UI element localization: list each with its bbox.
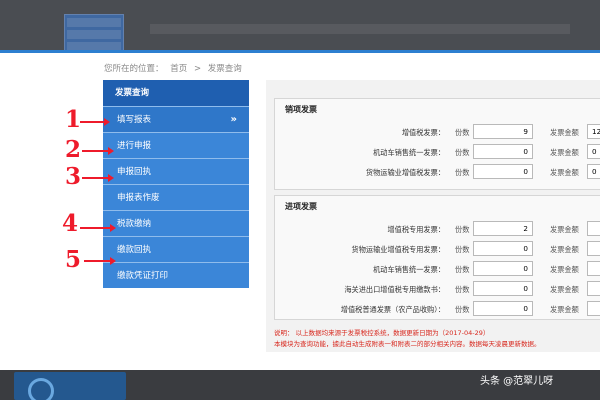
- count-field[interactable]: [473, 221, 533, 236]
- amount-label: 发票金额: [550, 225, 579, 234]
- count-label: 份数: [455, 305, 470, 314]
- background-panel: [64, 14, 124, 52]
- sidebar-item-void-report[interactable]: 申报表作废: [103, 184, 249, 210]
- row-label: 货物运输业增值税发票：: [365, 168, 445, 177]
- sidebar-item-print-voucher[interactable]: 缴款凭证打印: [103, 262, 249, 288]
- breadcrumb-prefix: 您所在的位置：: [104, 64, 164, 74]
- count-label: 份数: [455, 245, 470, 254]
- amount-label: 发票金额: [550, 128, 579, 137]
- invoice-row: 机动车销售统一发票： 份数 发票金额: [275, 260, 600, 278]
- count-field[interactable]: [473, 241, 533, 256]
- amount-field[interactable]: [587, 301, 600, 316]
- invoice-row: 货物运输业增值税发票： 份数 发票金额: [275, 163, 600, 181]
- purchase-invoice-section: 进项发票 增值税专用发票： 份数 发票金额 货物运输业增值税专用发票： 份数 发…: [274, 195, 600, 320]
- amount-field[interactable]: [587, 124, 600, 139]
- annotation-number-2: 2: [65, 136, 82, 163]
- amount-label: 发票金额: [550, 148, 579, 157]
- sidebar-item-tax-payment[interactable]: 税款缴纳: [103, 210, 249, 236]
- invoice-row: 增值税专用发票： 份数 发票金额: [275, 220, 600, 238]
- background-logo-icon: [28, 378, 54, 400]
- sidebar: 发票查询 填写报表 » 进行申报 申报回执 申报表作废 税款缴纳 缴款回执 缴款…: [103, 80, 249, 288]
- amount-field[interactable]: [587, 221, 600, 236]
- annotation-number-3: 3: [65, 163, 82, 190]
- row-label: 增值税普通发票（农产品收购）：: [340, 305, 445, 314]
- amount-field[interactable]: [587, 144, 600, 159]
- invoice-row: 增值税普通发票（农产品收购）： 份数 发票金额: [275, 300, 600, 318]
- chevron-right-icon: »: [230, 114, 237, 125]
- amount-label: 发票金额: [550, 305, 579, 314]
- amount-label: 发票金额: [550, 168, 579, 177]
- sidebar-item-label: 缴款回执: [117, 245, 152, 255]
- amount-label: 发票金额: [550, 265, 579, 274]
- sidebar-item-label: 税款缴纳: [117, 219, 152, 229]
- annotation-arrow-icon: [80, 224, 116, 232]
- breadcrumb-home[interactable]: 首页: [170, 64, 187, 74]
- count-field[interactable]: [473, 124, 533, 139]
- section-title: 销项发票: [285, 105, 317, 114]
- count-field[interactable]: [473, 164, 533, 179]
- amount-field[interactable]: [587, 281, 600, 296]
- sidebar-item-label: 进行申报: [117, 141, 152, 151]
- sidebar-header[interactable]: 发票查询: [103, 80, 249, 106]
- annotation-arrow-icon: [82, 174, 114, 182]
- sidebar-item-label: 申报表作废: [117, 193, 160, 203]
- row-label: 海关进出口增值税专用缴款书：: [344, 285, 445, 294]
- annotation-arrow-icon: [84, 257, 116, 265]
- invoice-row: 机动车销售统一发票： 份数 发票金额: [275, 143, 600, 161]
- note-line-2: 本模块为查询功能，據此自动生成附表一和附表二的部分相关内容。数据每天凌晨更新数据…: [274, 340, 541, 348]
- annotation-number-5: 5: [65, 246, 82, 273]
- amount-field[interactable]: [587, 241, 600, 256]
- note-line-1: 说明： 以上数据均来源于发票税控系统，数据更新日期为（2017-04-29）: [274, 329, 490, 337]
- sidebar-item-label: 申报回执: [117, 167, 152, 177]
- breadcrumb: 您所在的位置： 首页 > 发票查询: [104, 62, 246, 74]
- count-label: 份数: [455, 128, 470, 137]
- count-field[interactable]: [473, 281, 533, 296]
- invoice-row: 增值税发票： 份数 发票金额: [275, 123, 600, 141]
- row-label: 增值税发票：: [401, 128, 445, 137]
- count-field[interactable]: [473, 144, 533, 159]
- sidebar-item-declare-receipt[interactable]: 申报回执: [103, 158, 249, 184]
- watermark: 头条 @范翠儿呀: [480, 376, 554, 387]
- row-label: 机动车销售统一发票：: [373, 265, 445, 274]
- annotation-number-4: 4: [62, 210, 79, 237]
- invoice-row: 货物运输业增值税专用发票： 份数 发票金额: [275, 240, 600, 258]
- count-label: 份数: [455, 265, 470, 274]
- count-field[interactable]: [473, 301, 533, 316]
- background-strip: [150, 24, 570, 34]
- sidebar-item-label: 填写报表: [117, 115, 152, 125]
- breadcrumb-separator: >: [193, 64, 202, 74]
- section-title: 进项发票: [285, 202, 317, 211]
- row-label: 货物运输业增值税专用发票：: [351, 245, 445, 254]
- amount-label: 发票金额: [550, 245, 579, 254]
- invoice-row: 海关进出口增值税专用缴款书： 份数 发票金额: [275, 280, 600, 298]
- annotation-arrow-icon: [80, 118, 110, 126]
- row-label: 机动车销售统一发票：: [373, 148, 445, 157]
- amount-label: 发票金额: [550, 285, 579, 294]
- note: 说明： 以上数据均来源于发票税控系统，数据更新日期为（2017-04-29） 本…: [274, 328, 600, 350]
- amount-field[interactable]: [587, 164, 600, 179]
- annotation-number-1: 1: [65, 106, 82, 133]
- count-label: 份数: [455, 148, 470, 157]
- amount-field[interactable]: [587, 261, 600, 276]
- row-label: 增值税专用发票：: [387, 225, 445, 234]
- content-panel: 销项发票 增值税发票： 份数 发票金额 机动车销售统一发票： 份数 发票金额 货…: [266, 80, 600, 352]
- annotation-arrow-icon: [82, 147, 114, 155]
- sales-invoice-section: 销项发票 增值税发票： 份数 发票金额 机动车销售统一发票： 份数 发票金额 货…: [274, 98, 600, 190]
- sidebar-item-fill-report[interactable]: 填写报表 »: [103, 106, 249, 132]
- count-label: 份数: [455, 225, 470, 234]
- count-label: 份数: [455, 285, 470, 294]
- count-label: 份数: [455, 168, 470, 177]
- sidebar-item-label: 缴款凭证打印: [117, 271, 169, 281]
- breadcrumb-current: 发票查询: [207, 64, 242, 74]
- sidebar-item-declare[interactable]: 进行申报: [103, 132, 249, 158]
- count-field[interactable]: [473, 261, 533, 276]
- sidebar-item-payment-receipt[interactable]: 缴款回执: [103, 236, 249, 262]
